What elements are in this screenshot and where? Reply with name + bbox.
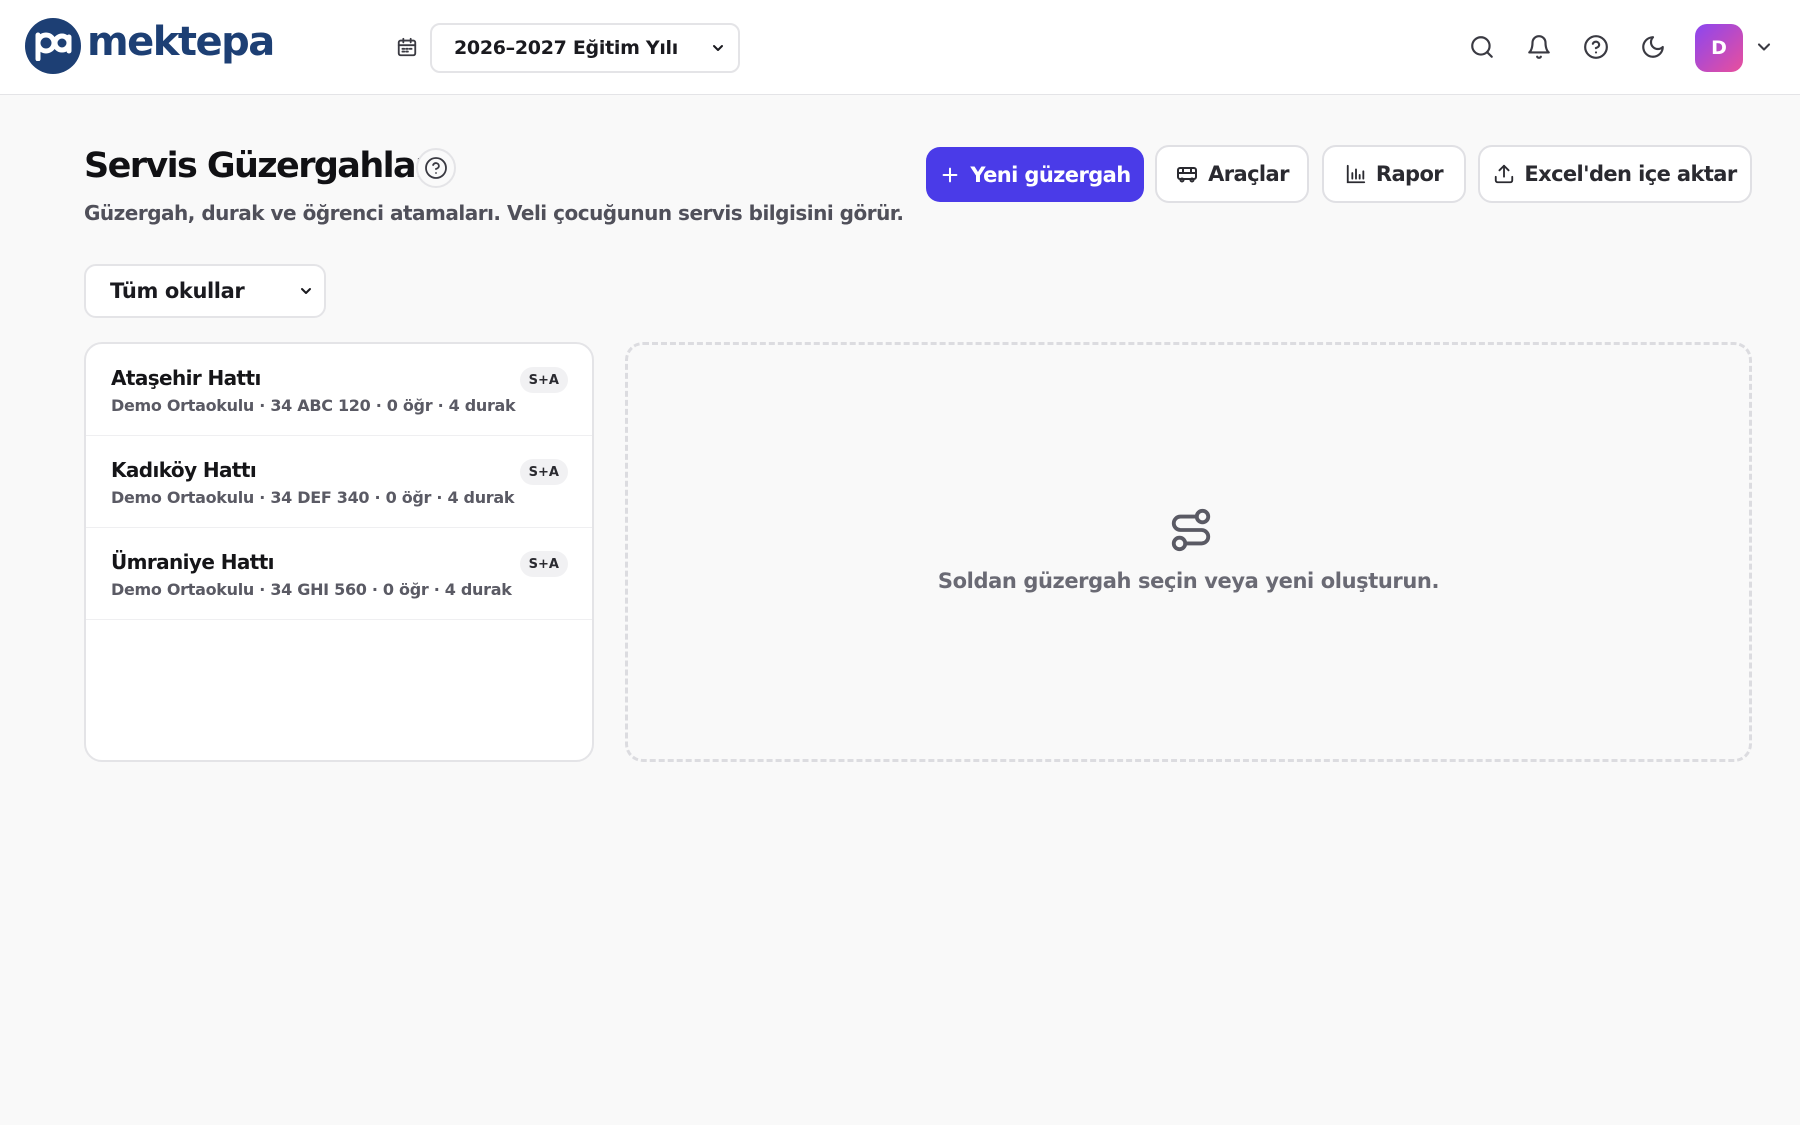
vehicles-label: Araçlar <box>1208 162 1289 186</box>
route-list: Ataşehir Hattı Demo Ortaokulu · 34 ABC 1… <box>84 342 594 762</box>
school-filter-value: Tüm okullar <box>110 279 245 303</box>
route-name: Ataşehir Hattı <box>111 366 261 390</box>
upload-icon <box>1495 164 1514 184</box>
top-bar: mektepa 2026–2027 Eğitim Yılı D <box>0 0 1800 95</box>
page-subtitle: Güzergah, durak ve öğrenci atamaları. Ve… <box>84 201 904 225</box>
route-detail-empty-state: Soldan güzergah seçin veya yeni oluşturu… <box>625 342 1752 762</box>
report-button[interactable]: Rapor <box>1322 145 1466 203</box>
page-title: Servis Güzergahları <box>84 146 443 186</box>
search-button[interactable] <box>1468 33 1496 61</box>
school-filter-select[interactable]: Tüm okullar <box>84 264 326 318</box>
app-logo[interactable]: mektepa <box>25 18 275 74</box>
route-icon <box>1171 508 1211 552</box>
page-help-button[interactable] <box>416 148 456 188</box>
moon-icon <box>1642 36 1664 58</box>
chevron-down-icon <box>301 288 311 294</box>
search-icon <box>1471 36 1493 58</box>
bell-icon <box>1528 35 1550 59</box>
new-route-button[interactable]: Yeni güzergah <box>926 147 1144 202</box>
route-badge: S+A <box>519 459 568 485</box>
route-list-item[interactable]: Ataşehir Hattı Demo Ortaokulu · 34 ABC 1… <box>86 344 592 436</box>
vehicles-button[interactable]: Araçlar <box>1155 145 1309 203</box>
bar-chart-icon <box>1346 164 1366 184</box>
help-button[interactable] <box>1582 33 1610 61</box>
logo-text: mektepa <box>87 19 275 65</box>
help-circle-icon <box>425 157 447 179</box>
route-meta: Demo Ortaokulu · 34 DEF 340 · 0 öğr · 4 … <box>111 488 515 507</box>
route-list-item[interactable]: Kadıköy Hattı Demo Ortaokulu · 34 DEF 34… <box>86 436 592 528</box>
route-meta: Demo Ortaokulu · 34 GHI 560 · 0 öğr · 4 … <box>111 580 512 599</box>
chevron-down-icon[interactable] <box>1754 37 1774 57</box>
import-excel-button[interactable]: Excel'den içe aktar <box>1478 145 1752 203</box>
chevron-down-icon <box>713 45 723 51</box>
route-name: Kadıköy Hattı <box>111 458 257 482</box>
report-label: Rapor <box>1375 162 1444 186</box>
route-badge: S+A <box>519 367 568 393</box>
route-list-item[interactable]: Ümraniye Hattı Demo Ortaokulu · 34 GHI 5… <box>86 528 592 620</box>
route-meta: Demo Ortaokulu · 34 ABC 120 · 0 öğr · 4 … <box>111 396 516 415</box>
user-avatar[interactable]: D <box>1695 24 1743 72</box>
notifications-button[interactable] <box>1525 33 1553 61</box>
new-route-label: Yeni güzergah <box>970 162 1131 187</box>
help-circle-icon <box>1584 35 1608 59</box>
theme-toggle-button[interactable] <box>1639 33 1667 61</box>
plus-icon <box>942 167 958 182</box>
empty-state-message: Soldan güzergah seçin veya yeni oluşturu… <box>937 569 1440 593</box>
academic-year-value: 2026–2027 Eğitim Yılı <box>454 37 678 59</box>
route-badge: S+A <box>519 551 568 577</box>
calendar-icon <box>397 37 417 57</box>
academic-year-select[interactable]: 2026–2027 Eğitim Yılı <box>430 23 740 73</box>
route-name: Ümraniye Hattı <box>111 550 275 574</box>
logo-mark-icon <box>25 18 81 74</box>
import-excel-label: Excel'den içe aktar <box>1524 162 1737 186</box>
bus-icon <box>1177 167 1198 183</box>
